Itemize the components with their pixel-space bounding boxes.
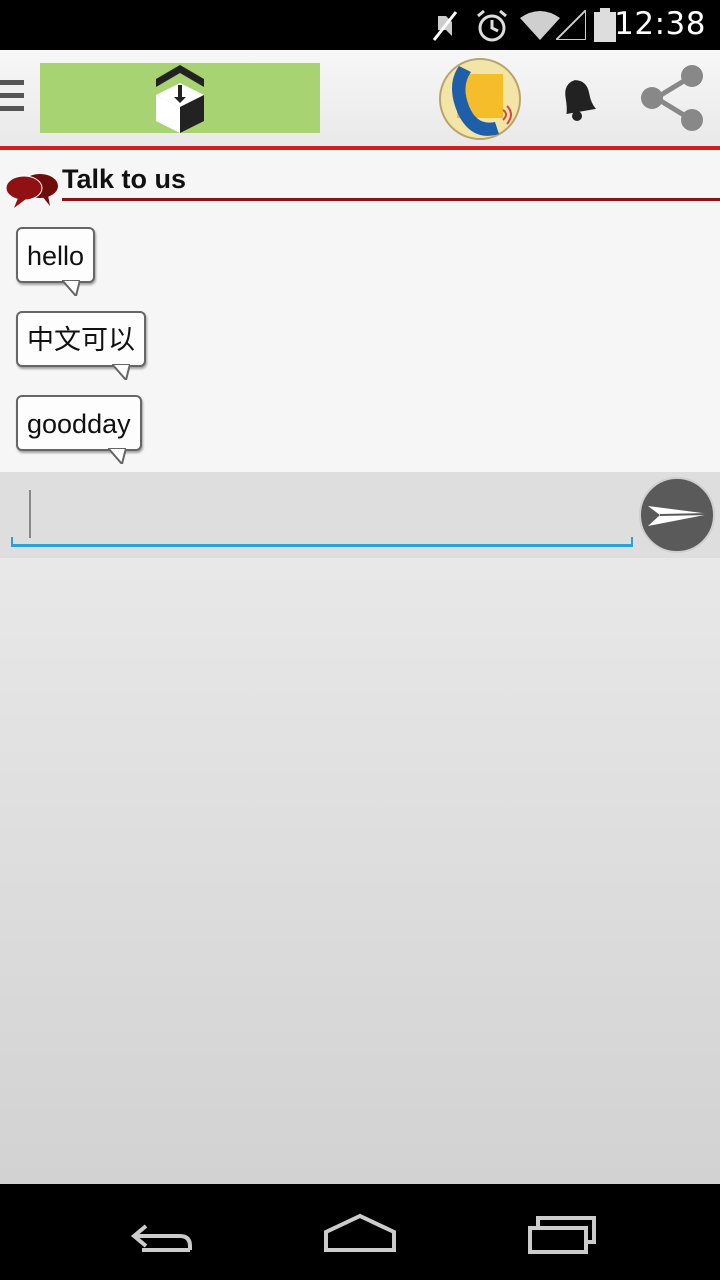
logo-icon [156, 65, 204, 133]
chat-message: 中文可以 [16, 311, 146, 380]
chat-section: Talk to us hello 中文可以 goodday [0, 150, 720, 472]
chat-message-text: goodday [27, 409, 131, 439]
bubble-tail [112, 364, 130, 380]
bubble-tail [108, 448, 126, 464]
chat-message: goodday [16, 395, 142, 464]
app-bar [0, 50, 720, 146]
battery-icon [594, 8, 616, 42]
chat-bubbles-icon [5, 174, 58, 208]
send-icon[interactable] [638, 476, 716, 554]
message-composer [0, 472, 720, 558]
menu-icon-bar [0, 93, 24, 98]
app-logo[interactable] [40, 63, 320, 133]
chat-message-text: hello [27, 241, 85, 271]
input-underline [11, 537, 633, 547]
home-icon[interactable] [320, 1206, 400, 1258]
recents-icon[interactable] [522, 1206, 602, 1258]
bubble-tail [62, 280, 80, 296]
status-time: 12:38 [614, 6, 706, 42]
title-underline [62, 198, 720, 201]
phone-call-button[interactable] [437, 56, 523, 142]
menu-icon-bar [0, 80, 24, 85]
notifications-button[interactable] [550, 72, 604, 126]
main-content: Talk to us hello 中文可以 goodday [0, 150, 720, 1184]
chat-message: hello [16, 227, 96, 296]
share-icon [641, 65, 703, 131]
text-caret [29, 490, 31, 538]
section-title: Talk to us [62, 164, 187, 194]
phone-call-icon [439, 58, 521, 140]
chat-message-text: 中文可以 [27, 325, 135, 355]
mute-icon [432, 11, 458, 41]
signal-icon [556, 10, 586, 40]
message-input[interactable] [12, 486, 632, 546]
menu-icon-bar [0, 106, 24, 111]
menu-button[interactable] [0, 80, 26, 116]
bell-icon [565, 80, 596, 121]
share-button[interactable] [638, 62, 708, 134]
wifi-icon [520, 11, 560, 40]
navigation-bar [0, 1184, 720, 1280]
alarm-icon [477, 9, 507, 42]
status-bar: 12:38 [0, 0, 720, 50]
back-icon[interactable] [120, 1206, 200, 1258]
